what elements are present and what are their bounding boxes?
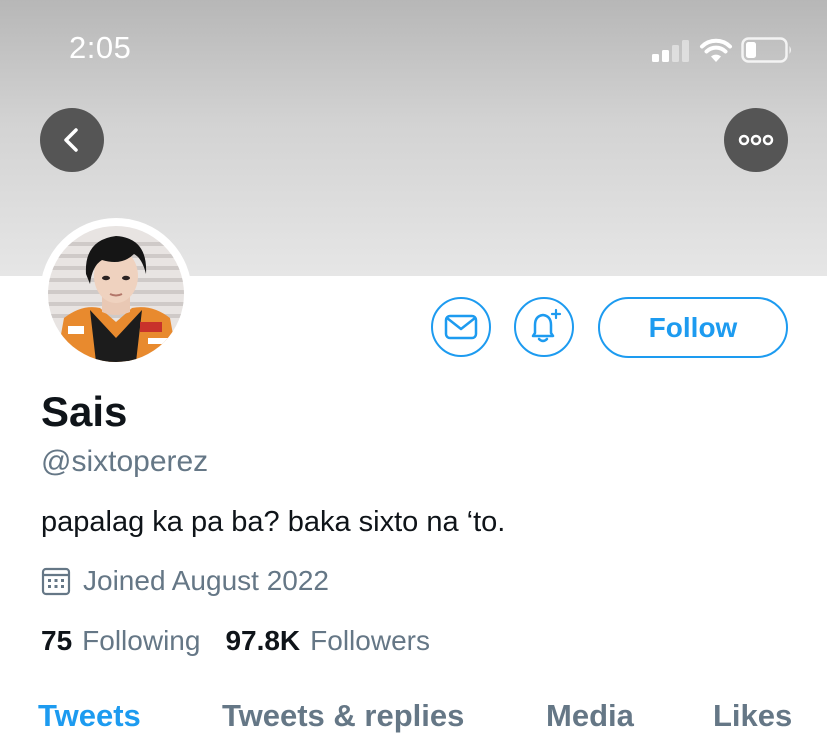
- follow-button[interactable]: Follow: [598, 297, 788, 358]
- tab-tweets-replies[interactable]: Tweets & replies: [222, 698, 464, 734]
- message-button[interactable]: [431, 297, 491, 357]
- following-label: Following: [82, 625, 201, 656]
- profile-bio: papalag ka pa ba? baka sixto na ‘to.: [41, 506, 506, 538]
- tab-media[interactable]: Media: [546, 698, 634, 734]
- wifi-icon: [700, 38, 732, 62]
- tab-likes[interactable]: Likes: [713, 698, 792, 734]
- chevron-left-icon: [64, 128, 78, 152]
- followers-count: 97.8K: [225, 625, 301, 656]
- profile-name: Sais: [41, 388, 128, 435]
- profile-avatar-frame[interactable]: [40, 218, 192, 370]
- following-count: 75: [41, 625, 73, 656]
- bell-plus-icon: [531, 308, 562, 343]
- status-time: 2:05: [69, 30, 132, 65]
- profile-handle: @sixtoperez: [41, 445, 209, 478]
- joined-text: Joined August 2022: [83, 565, 329, 596]
- profile-stats: 75 Following 97.8K Followers: [41, 625, 430, 657]
- avatar-photo: [48, 226, 184, 362]
- joined-date: Joined August 2022: [41, 565, 329, 597]
- notifications-button[interactable]: [514, 297, 574, 357]
- cellular-signal-icon: [652, 40, 689, 62]
- calendar-icon: [41, 567, 71, 596]
- followers-link[interactable]: 97.8K Followers: [225, 625, 430, 657]
- more-options-button[interactable]: [724, 108, 788, 172]
- avatar[interactable]: [48, 226, 184, 362]
- envelope-icon: [444, 314, 478, 340]
- battery-icon: [741, 37, 791, 63]
- back-button[interactable]: [40, 108, 104, 172]
- ellipsis-icon: [738, 134, 774, 146]
- tab-tweets[interactable]: Tweets: [38, 698, 141, 734]
- followers-label: Followers: [310, 625, 430, 656]
- following-link[interactable]: 75 Following: [41, 625, 200, 657]
